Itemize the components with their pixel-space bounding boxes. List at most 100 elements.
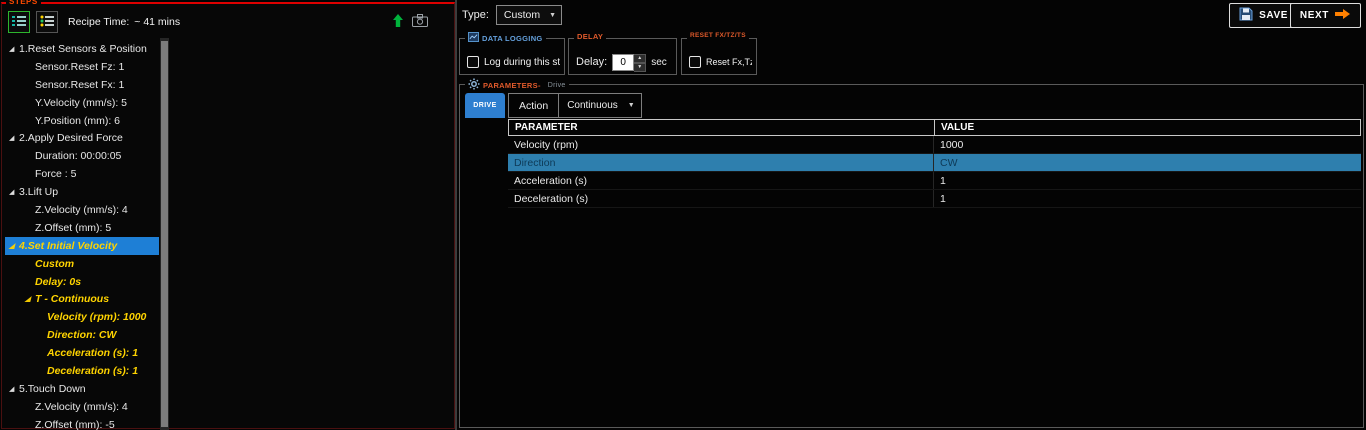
tree-item[interactable]: Y.Velocity (mm/s): 5: [5, 94, 159, 112]
expander-icon[interactable]: ◢: [25, 295, 35, 303]
tree-item-label: Z.Offset (mm): -5: [35, 418, 115, 430]
expander-icon[interactable]: ◢: [9, 134, 19, 142]
expander-icon[interactable]: ◢: [9, 242, 19, 250]
tree-item[interactable]: Z.Offset (mm): -5: [5, 416, 159, 430]
tree-item[interactable]: ◢ 3.Lift Up: [5, 183, 159, 201]
steps-panel: STEPS Recipe Time: ~ 41 mins ◢ 1.Reset S…: [1, 0, 455, 430]
delay-label: Delay:: [576, 56, 608, 68]
step-editor-panel: Type: Custom ▼ SAVE NEXT DATA LOGGING Lo…: [457, 0, 1366, 430]
delay-spinner: ▲ ▼: [612, 53, 647, 72]
tree-item[interactable]: Velocity (rpm): 1000: [5, 308, 159, 326]
tree-item[interactable]: Sensor.Reset Fx: 1: [5, 76, 159, 94]
tree-item[interactable]: Duration: 00:00:05: [5, 147, 159, 165]
type-row: Type: Custom ▼: [462, 5, 563, 25]
tree-item[interactable]: Direction: CW: [5, 326, 159, 344]
tree-item[interactable]: Deceleration (s): 1: [5, 362, 159, 380]
tree-item[interactable]: ◢ 5.Touch Down: [5, 380, 159, 398]
parameters-title: PARAMETERS- Drive: [465, 78, 569, 92]
parameters-table-header: PARAMETER VALUE: [508, 119, 1361, 136]
delay-content: Delay: ▲ ▼ sec: [576, 52, 672, 72]
table-row[interactable]: Velocity (rpm) 1000: [508, 136, 1361, 154]
delay-title: DELAY: [574, 32, 607, 41]
expander-icon[interactable]: ◢: [9, 45, 19, 53]
tree-item-label: Z.Velocity (mm/s): 4: [35, 400, 128, 413]
action-dropdown[interactable]: Continuous ▼: [558, 94, 641, 117]
spin-down-icon[interactable]: ▼: [634, 62, 647, 72]
tree-item[interactable]: Z.Velocity (mm/s): 4: [5, 201, 159, 219]
steps-header: Recipe Time: ~ 41 mins: [8, 10, 442, 34]
tree-item-label: Acceleration (s): 1: [47, 347, 139, 360]
next-button-label: NEXT: [1299, 10, 1329, 21]
list-view-icon: [12, 15, 26, 30]
recipe-time-value: ~ 41 mins: [134, 16, 181, 28]
tree-item-label: Duration: 00:00:05: [35, 150, 122, 163]
chevron-down-icon: ▼: [549, 11, 557, 19]
parameters-title-text: PARAMETERS-: [483, 80, 541, 90]
reset-fx-checkbox[interactable]: [689, 56, 701, 68]
log-during-step-checkbox[interactable]: [467, 56, 479, 68]
delay-group: DELAY Delay: ▲ ▼ sec: [568, 32, 677, 75]
steps-detail-view-button[interactable]: [36, 11, 58, 33]
table-row[interactable]: Deceleration (s) 1: [508, 190, 1361, 208]
tree-item[interactable]: ◢ 4.Set Initial Velocity: [5, 236, 159, 255]
save-button[interactable]: SAVE: [1229, 3, 1298, 28]
tree-item-label: Delay: 0s: [35, 275, 82, 288]
recipe-time-label: Recipe Time:: [68, 16, 130, 28]
steps-tree-scrollbar[interactable]: [160, 38, 169, 430]
arrow-right-icon: [1335, 8, 1351, 23]
chart-icon: [468, 32, 479, 44]
camera-icon[interactable]: [412, 14, 428, 30]
steps-list-view-button[interactable]: [8, 11, 30, 33]
tree-item[interactable]: Z.Velocity (mm/s): 4: [5, 398, 159, 416]
header-parameter: PARAMETER: [515, 122, 578, 133]
spin-up-icon[interactable]: ▲: [634, 53, 647, 63]
tree-item[interactable]: ◢ T - Continuous: [5, 290, 159, 308]
table-row[interactable]: Direction CW: [508, 154, 1361, 172]
action-label: Action: [519, 99, 549, 112]
table-row[interactable]: Acceleration (s) 1: [508, 172, 1361, 190]
tree-item-label: Sensor.Reset Fz: 1: [35, 60, 125, 73]
param-value-cell: 1000: [933, 136, 1361, 153]
parameters-subtitle: Drive: [547, 81, 566, 89]
detail-view-icon: [40, 15, 54, 30]
tree-item-label: 4.Set Initial Velocity: [19, 239, 118, 252]
tab-drive[interactable]: DRIVE: [465, 93, 505, 118]
scrollbar-thumb[interactable]: [161, 41, 168, 427]
tree-item[interactable]: ◢ 2.Apply Desired Force: [5, 129, 159, 147]
tree-item-label: Direction: CW: [47, 329, 117, 342]
tree-item-label: Velocity (rpm): 1000: [47, 311, 147, 324]
param-name-cell: Velocity (rpm): [514, 138, 579, 151]
reset-fx-group: RESET FX/TZ/TS Reset Fx,Tz,Ts: [681, 32, 757, 75]
steps-header-actions: [392, 13, 428, 31]
tree-item-label: 2.Apply Desired Force: [19, 132, 123, 145]
tree-item-label: Y.Velocity (mm/s): 5: [35, 96, 127, 109]
tree-item[interactable]: Custom: [5, 255, 159, 273]
data-logging-title: DATA LOGGING: [465, 32, 546, 44]
action-dropdown-value: Continuous: [567, 100, 618, 111]
tree-item[interactable]: Sensor.Reset Fz: 1: [5, 58, 159, 76]
expander-icon[interactable]: ◢: [9, 385, 19, 393]
delay-unit-label: sec: [651, 56, 667, 68]
delay-input[interactable]: [612, 53, 635, 71]
chevron-down-icon: ▼: [627, 102, 635, 109]
app-window: STEPS Recipe Time: ~ 41 mins ◢ 1.Reset S…: [0, 0, 1366, 430]
tree-item[interactable]: Delay: 0s: [5, 273, 159, 291]
param-value-cell: 1: [933, 172, 1361, 189]
tree-item[interactable]: Y.Position (mm): 6: [5, 112, 159, 130]
type-dropdown[interactable]: Custom ▼: [495, 5, 563, 25]
delay-spin-arrows: ▲ ▼: [634, 53, 647, 72]
tree-item[interactable]: Z.Offset (mm): 5: [5, 219, 159, 237]
expander-icon[interactable]: ◢: [9, 188, 19, 196]
tree-item[interactable]: Acceleration (s): 1: [5, 344, 159, 362]
export-step-up-arrow-icon[interactable]: [392, 13, 404, 31]
floppy-icon: [1239, 7, 1253, 24]
reset-fx-label: Reset Fx,Tz,Ts: [706, 57, 752, 67]
tree-item[interactable]: Force : 5: [5, 165, 159, 183]
reset-fx-title: RESET FX/TZ/TS: [687, 32, 749, 39]
next-button[interactable]: NEXT: [1289, 3, 1361, 28]
steps-panel-title: STEPS: [6, 0, 41, 6]
tree-item[interactable]: ◢ 1.Reset Sensors & Position: [5, 40, 159, 58]
action-box: Action Continuous ▼: [508, 93, 642, 118]
tree-item-label: Force : 5: [35, 168, 77, 181]
log-during-step-label: Log during this step: [484, 56, 560, 68]
